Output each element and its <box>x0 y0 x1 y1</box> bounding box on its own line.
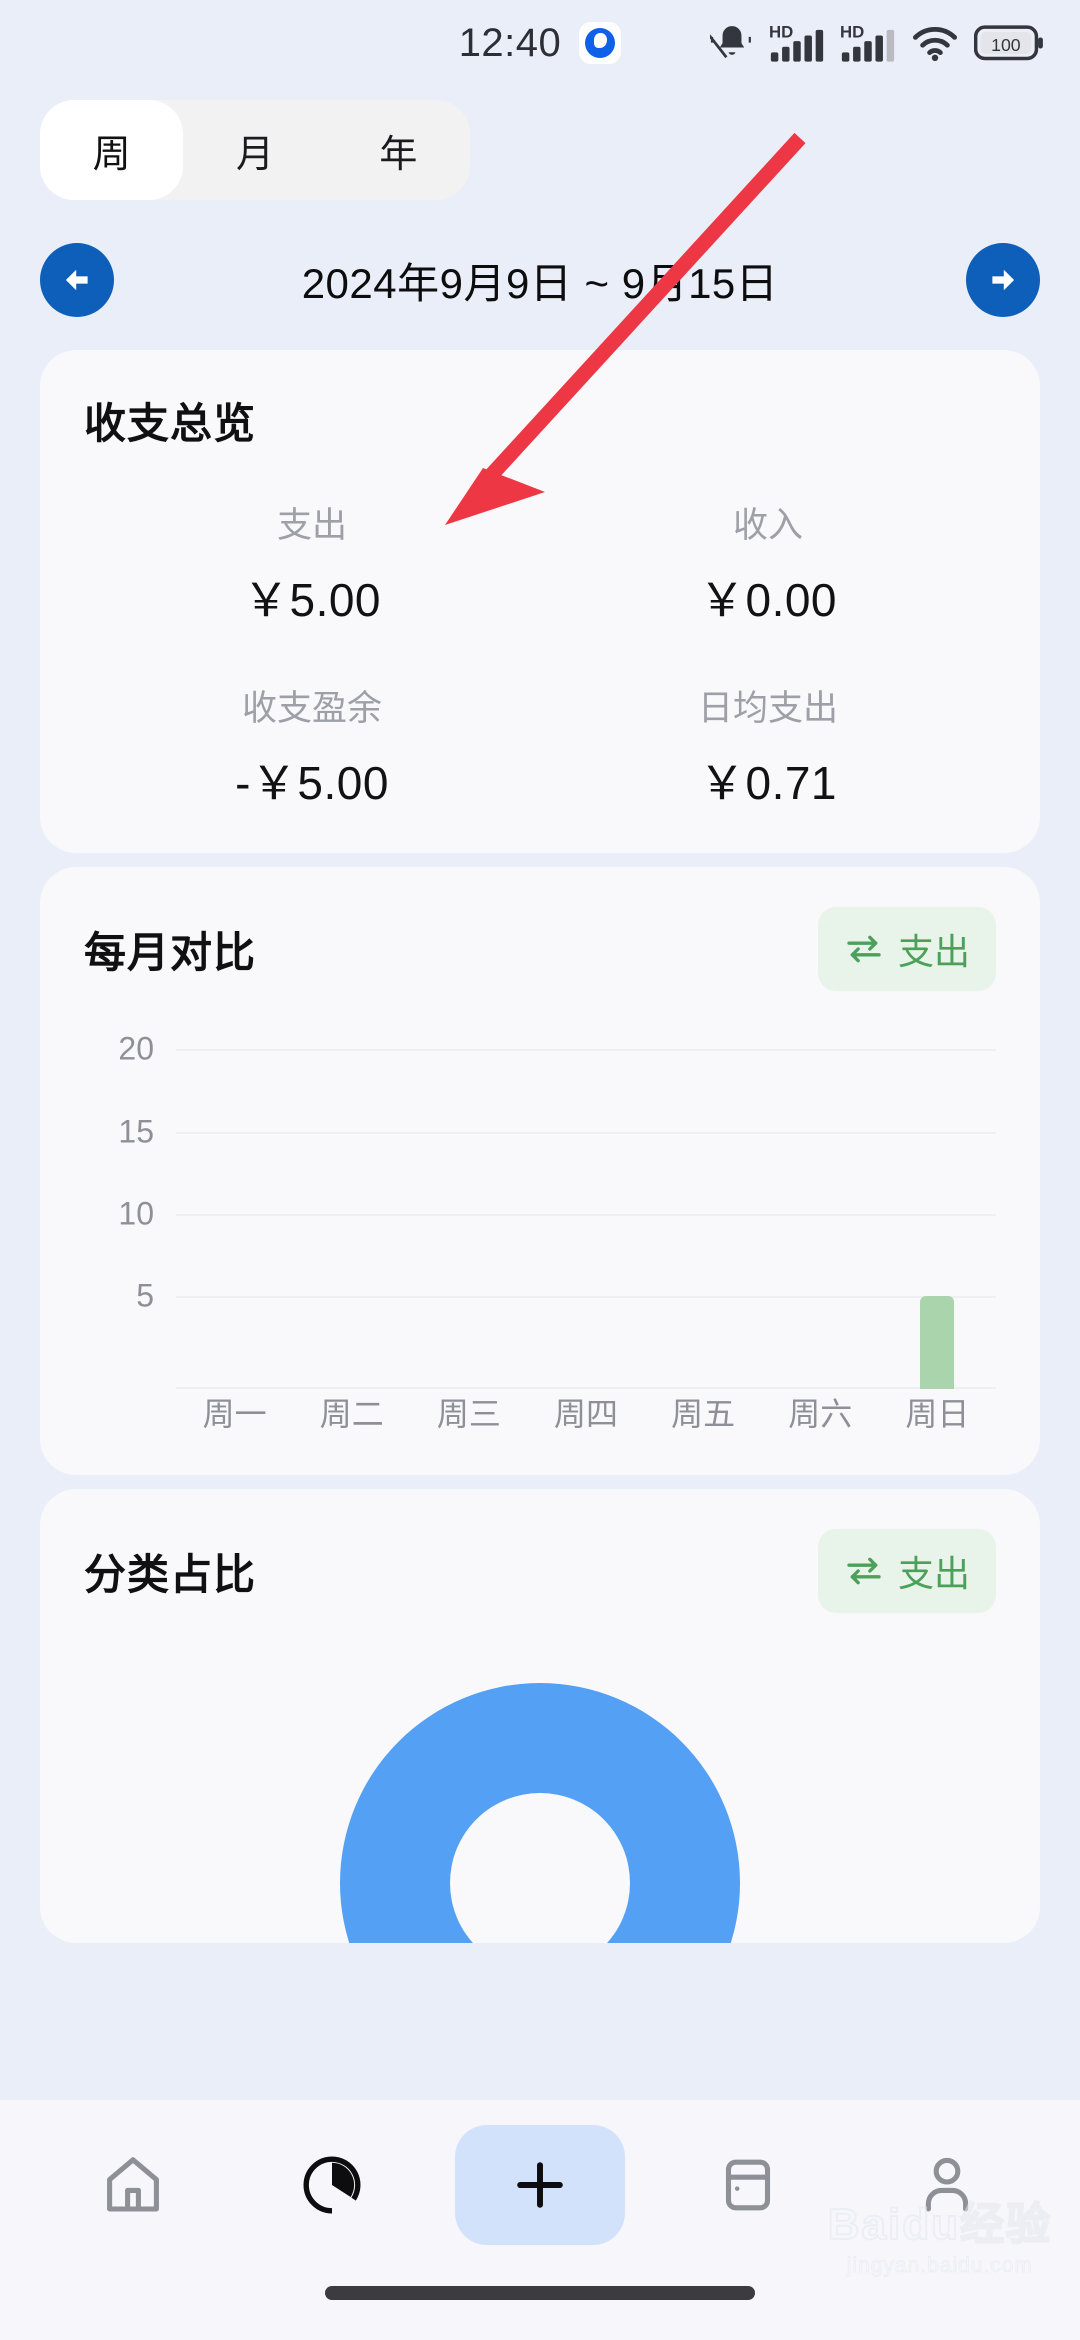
status-bar-left: 12:40 <box>459 21 622 66</box>
ytick-20: 20 <box>118 1030 154 1067</box>
date-navigation: 2024年9月9日 ~ 9月15日 <box>0 224 1080 336</box>
bottom-nav-items <box>0 2100 1080 2270</box>
ytick-5: 5 <box>136 1277 154 1314</box>
date-range-label: 2024年9月9日 ~ 9月15日 <box>301 259 779 307</box>
period-segment-control[interactable]: 周 月 年 <box>40 100 470 200</box>
stat-balance-value: -￥5.00 <box>235 757 389 809</box>
nav-add-record-button[interactable] <box>454 2125 625 2245</box>
weekly-bar-chart: 20 15 10 5 周一 周二 周三 周四 周五 周六 周日 <box>84 1031 996 1435</box>
tab-week[interactable]: 周 <box>40 100 184 200</box>
swap-arrows-icon <box>844 1554 884 1588</box>
nav-statistics[interactable] <box>257 2125 407 2245</box>
status-bar: 12:40 HD HD 100 <box>0 0 1080 86</box>
stat-balance: 收支盈余 -￥5.00 <box>84 680 540 813</box>
home-icon <box>107 2157 160 2212</box>
bar-series <box>176 1035 996 1389</box>
bar-sun <box>920 1296 955 1389</box>
svg-text:HD: HD <box>840 22 864 41</box>
overview-stats-grid: 支出 ￥5.00 收入 ￥0.00 收支盈余 -￥5.00 日均支出 ￥0.71 <box>84 497 996 813</box>
category-pie-card: 分类占比 支出 <box>40 1489 1040 1943</box>
donut-slice-expense <box>340 1683 740 1943</box>
mute-icon <box>710 23 754 63</box>
wifi-icon <box>911 23 959 63</box>
tab-year[interactable]: 年 <box>327 100 470 200</box>
nav-accounts[interactable] <box>673 2125 823 2245</box>
tab-month[interactable]: 月 <box>183 100 326 200</box>
overview-card-title: 收支总览 <box>84 400 257 447</box>
bar-column-sun <box>879 1035 996 1389</box>
profile-icon <box>925 2157 968 2212</box>
stat-daily-average: 日均支出 ￥0.71 <box>540 680 996 813</box>
bottom-navigation-bar: Baidu经验 jingyan.baidu.com <box>0 2100 1080 2340</box>
bar-chart-card: 每月对比 支出 20 15 10 5 周一 周二 周三 周四 周五 周六 周日 <box>40 867 1040 1475</box>
app-notification-dot-icon <box>579 22 622 64</box>
nav-profile[interactable] <box>872 2125 1022 2245</box>
bar-chart-x-axis: 周一 周二 周三 周四 周五 周六 周日 <box>176 1389 996 1435</box>
bar-column-sat <box>762 1035 879 1389</box>
bar-chart-card-header: 每月对比 支出 <box>84 907 996 991</box>
prev-period-button[interactable] <box>40 243 114 317</box>
card-icon <box>726 2159 771 2211</box>
svg-text:HD: HD <box>769 22 793 41</box>
stat-income-value: ￥0.00 <box>698 574 838 626</box>
xlabel-sun: 周日 <box>905 1396 970 1432</box>
category-donut-chart <box>84 1683 996 1943</box>
pie-chart-type-toggle-label: 支出 <box>897 1553 970 1594</box>
bar-chart-card-title: 每月对比 <box>84 928 257 976</box>
category-pie-card-header: 分类占比 支出 <box>84 1529 996 1613</box>
hd-signal-two-icon: HD <box>840 22 896 64</box>
battery-level-text: 100 <box>991 35 1021 55</box>
pie-chart-type-toggle[interactable]: 支出 <box>817 1529 996 1613</box>
xlabel-tue: 周二 <box>319 1396 384 1432</box>
add-icon <box>517 2162 563 2208</box>
ytick-10: 10 <box>118 1195 154 1232</box>
chart-icon <box>303 2156 361 2214</box>
hd-signal-one-icon: HD <box>769 22 825 64</box>
battery-icon: 100 <box>974 24 1044 62</box>
stat-expense-label: 支出 <box>276 506 347 545</box>
next-period-button[interactable] <box>966 243 1040 317</box>
arrow-left-icon <box>65 269 88 291</box>
bar-column-fri <box>645 1035 762 1389</box>
status-time: 12:40 <box>458 20 562 65</box>
category-pie-card-title: 分类占比 <box>84 1550 257 1598</box>
period-segment-wrapper: 周 月 年 <box>0 86 1080 200</box>
stat-daily-average-label: 日均支出 <box>697 689 838 728</box>
overview-card: 收支总览 支出 ￥5.00 收入 ￥0.00 收支盈余 -￥5.00 日均支出 … <box>40 350 1040 853</box>
xlabel-sat: 周六 <box>788 1396 853 1432</box>
xlabel-wed: 周三 <box>436 1396 501 1432</box>
xlabel-thu: 周四 <box>553 1396 618 1432</box>
swap-arrows-icon <box>844 932 884 966</box>
bar-column-wed <box>410 1035 527 1389</box>
bar-chart-plot-area: 20 15 10 5 <box>118 1031 996 1389</box>
stat-expense-value: ￥5.00 <box>242 574 382 626</box>
ytick-15: 15 <box>118 1113 154 1150</box>
bar-chart-type-toggle-label: 支出 <box>897 931 970 972</box>
arrow-right-icon <box>992 269 1015 291</box>
stat-income: 收入 ￥0.00 <box>540 497 996 630</box>
bar-column-thu <box>527 1035 644 1389</box>
stat-daily-average-value: ￥0.71 <box>698 757 838 809</box>
home-indicator[interactable] <box>325 2286 755 2300</box>
bar-chart-type-toggle[interactable]: 支出 <box>817 907 996 991</box>
status-bar-right: HD HD 100 <box>710 22 1044 64</box>
stat-income-label: 收入 <box>732 506 803 545</box>
stat-balance-label: 收支盈余 <box>241 689 382 728</box>
xlabel-mon: 周一 <box>202 1396 267 1432</box>
xlabel-fri: 周五 <box>671 1396 736 1432</box>
bar-column-mon <box>176 1035 293 1389</box>
stat-expense: 支出 ￥5.00 <box>84 497 540 630</box>
nav-home[interactable] <box>58 2125 208 2245</box>
bar-column-tue <box>293 1035 410 1389</box>
